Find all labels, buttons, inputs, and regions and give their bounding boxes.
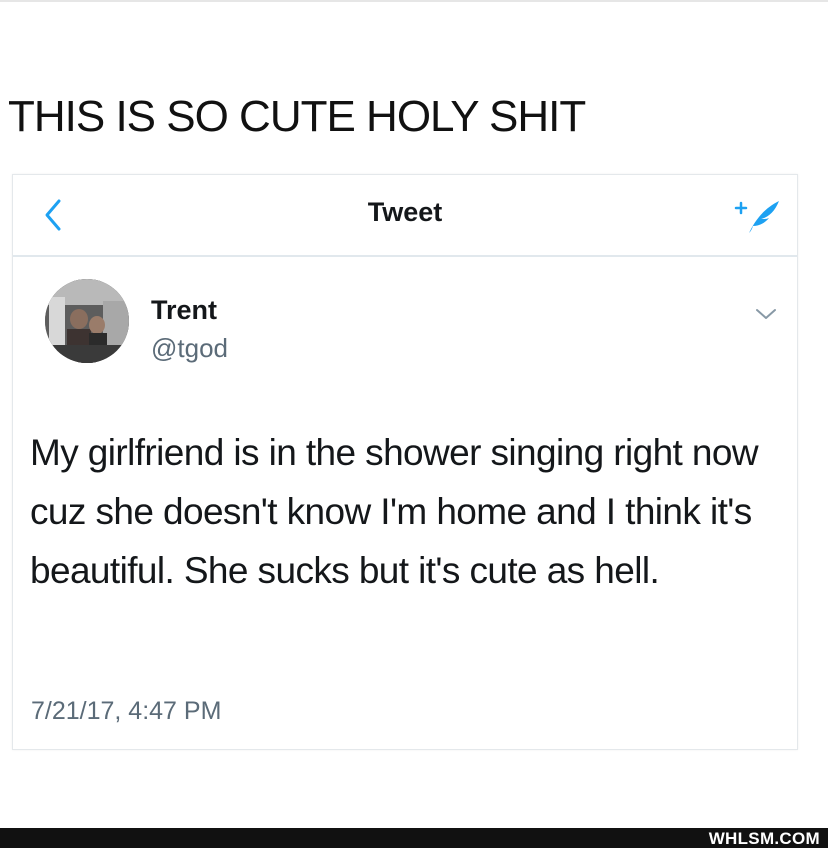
nav-title: Tweet [367,197,443,227]
author-handle[interactable]: @tgod [151,333,228,364]
compose-tweet-icon[interactable] [727,191,783,239]
author-name[interactable]: Trent [151,295,217,326]
tweet-card: Tweet Trent @tgod My girlfriend is in th… [12,174,798,750]
meme-caption: THIS IS SO CUTE HOLY SHIT [8,92,586,141]
watermark-bar: WHLSM.COM [0,828,828,848]
tweet-text: My girlfriend is in the shower singing r… [30,432,759,591]
top-divider [0,0,828,2]
tweet-timestamp: 7/21/17, 4:47 PM [31,697,222,725]
avatar[interactable] [45,279,129,363]
tweet-nav-bar: Tweet [13,175,797,257]
chevron-down-icon[interactable] [753,305,779,323]
meme-page: THIS IS SO CUTE HOLY SHIT Tweet Trent @t… [0,0,828,848]
watermark: WHLSM.COM [708,829,820,848]
avatar-photo [45,279,129,363]
